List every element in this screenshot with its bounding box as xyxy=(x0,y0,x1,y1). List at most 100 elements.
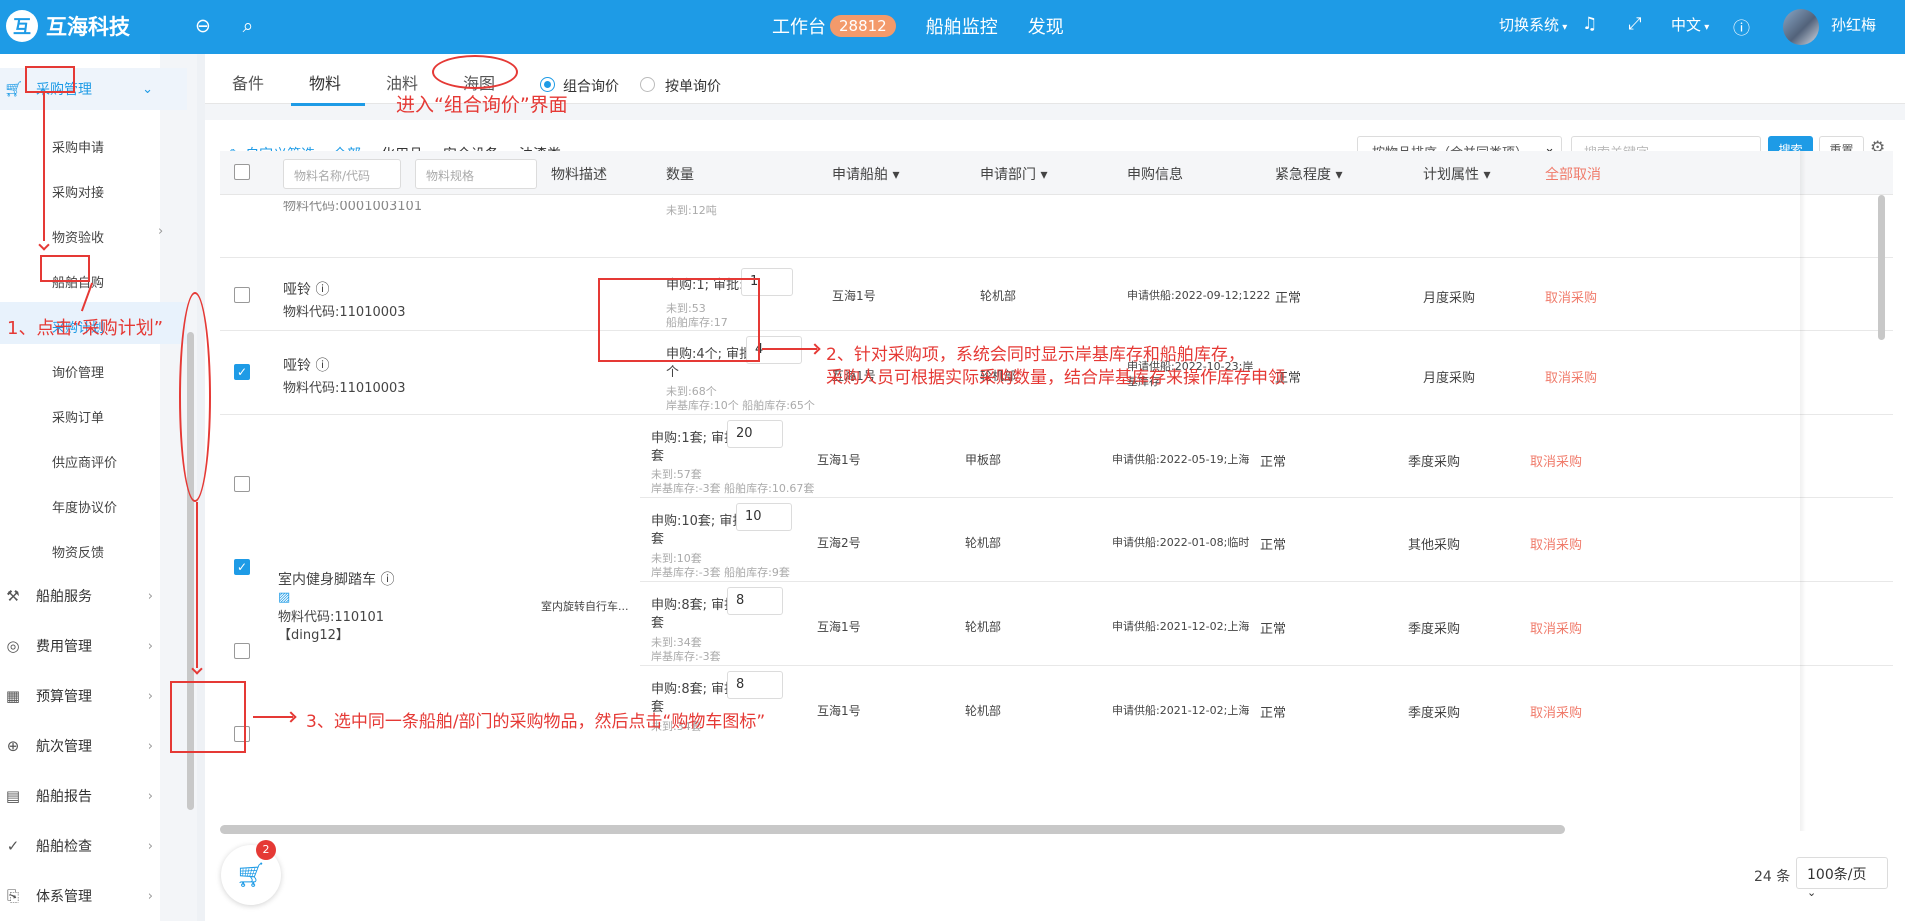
chevron-up-icon: ⌄ xyxy=(142,81,153,97)
sidebar-group-ship-report[interactable]: ▤ 船舶报告 › xyxy=(0,774,187,818)
approve-qty-input[interactable]: 10 xyxy=(736,503,792,531)
row-checkbox[interactable]: ✓ xyxy=(234,364,250,380)
sidebar-item-annual-agreement-price[interactable]: 年度协议价 xyxy=(52,497,117,516)
switch-system-menu[interactable]: 切换系统 ▾ xyxy=(1499,14,1567,35)
plan-type: 月度采购 xyxy=(1423,371,1476,386)
stock-info: 岸基库存:-3套 船舶库存:10.67套 xyxy=(651,482,815,495)
nav-workbench[interactable]: 工作台 xyxy=(772,13,826,39)
cancel-purchase-link[interactable]: 取消采购 xyxy=(1530,451,1582,470)
material-name-filter[interactable]: 物料名称/代码 xyxy=(283,159,401,189)
tab-spare-parts[interactable]: 备件 xyxy=(232,70,264,94)
sidebar-group-voyage[interactable]: ⊕ 航次管理 › xyxy=(0,724,187,768)
sidebar-group-system-management[interactable]: ⎘ 体系管理 › xyxy=(0,874,187,918)
sort-down-icon: ▾ xyxy=(1483,167,1491,183)
cancel-purchase-link[interactable]: 取消采购 xyxy=(1545,287,1597,306)
sidebar-group-budget[interactable]: ▦ 预算管理 › xyxy=(0,674,187,718)
col-plan[interactable]: 计划属性 ▾ xyxy=(1423,164,1490,184)
sidebar-group-ship-inspection[interactable]: ✓ 船舶检查 › xyxy=(0,824,187,868)
table-row: 申购:10套; 审批: 10 套 未到:10套 岸基库存:-3套 船舶库存:9套… xyxy=(640,498,1893,582)
caret-down-icon: ▾ xyxy=(1559,22,1568,33)
stock-info: 岸基库存:-3套 xyxy=(651,650,721,663)
logo[interactable]: 互 互海科技 xyxy=(6,10,130,42)
tab-materials[interactable]: 物料 xyxy=(309,70,341,94)
approve-qty-input[interactable]: 8 xyxy=(727,587,783,615)
sidebar-item-goods-receipt[interactable]: 物资验收 xyxy=(52,227,104,246)
col-ship[interactable]: 申请船舶 ▾ xyxy=(832,164,899,184)
qty-unit: 个 xyxy=(666,365,680,380)
row-checkbox[interactable] xyxy=(234,643,250,659)
row-checkbox[interactable] xyxy=(234,476,250,492)
select-all-checkbox[interactable] xyxy=(234,164,250,180)
back-icon[interactable]: ⊖ xyxy=(191,14,215,38)
approve-qty-input[interactable]: 8 xyxy=(727,671,783,699)
info-icon[interactable]: ⓘ xyxy=(380,572,394,588)
dept-name: 轮机部 xyxy=(965,704,1002,718)
image-icon[interactable]: ▨ xyxy=(278,590,290,605)
col-urgency[interactable]: 紧急程度 ▾ xyxy=(1275,164,1342,184)
plan-type: 季度采购 xyxy=(1408,706,1461,721)
sidebar-item-purchase-request[interactable]: 采购申请 xyxy=(52,137,104,156)
sidebar-item-supplier-evaluation[interactable]: 供应商评价 xyxy=(52,452,117,471)
ship-name: 互海1号 xyxy=(817,453,861,467)
radio-single-inquiry[interactable] xyxy=(640,77,655,92)
info-icon[interactable]: ⓘ xyxy=(315,358,329,374)
chevron-right-icon: › xyxy=(158,224,164,239)
cancel-purchase-link[interactable]: 取消采购 xyxy=(1530,534,1582,553)
cancel-purchase-link[interactable]: 取消采购 xyxy=(1530,702,1582,721)
search-icon[interactable]: ⌕ xyxy=(236,14,260,38)
nav-discover[interactable]: 发现 xyxy=(1028,13,1064,39)
table-row: 申购:1套; 审批: 20 套 未到:57套 岸基库存:-3套 船舶库存:10.… xyxy=(640,415,1893,498)
language-label: 中文 xyxy=(1671,16,1702,34)
annotation-box-procurement xyxy=(25,66,75,93)
approve-qty-input[interactable]: 20 xyxy=(727,420,783,448)
table-horizontal-scrollbar[interactable] xyxy=(220,825,1565,834)
sidebar-group-label: 船舶服务 xyxy=(36,589,92,605)
material-desc: 室内旋转自行车... xyxy=(541,600,629,613)
sidebar-group-expense[interactable]: ◎ 费用管理 › xyxy=(0,624,187,668)
language-menu[interactable]: 中文 ▾ xyxy=(1671,14,1709,35)
row-checkbox[interactable] xyxy=(234,287,250,303)
annotation-step2-line1: 2、针对采购项，系统会同时显示岸基库存和船舶库存， xyxy=(826,345,1245,365)
row-checkbox[interactable]: ✓ xyxy=(234,559,250,575)
nav-ship-monitor[interactable]: 船舶监控 xyxy=(926,13,998,39)
unarrived-qty: 未到:12吨 xyxy=(666,204,717,217)
col-dept[interactable]: 申请部门 ▾ xyxy=(980,164,1047,184)
radio-single-label[interactable]: 按单询价 xyxy=(665,76,721,96)
cancel-all-button[interactable]: 全部取消 xyxy=(1545,164,1601,184)
top-nav: 工作台 28812 船舶监控 发现 xyxy=(772,13,1064,39)
chevron-right-icon: › xyxy=(147,638,153,654)
fullscreen-icon[interactable]: ⤢ xyxy=(1628,14,1642,34)
sidebar-group-label: 预算管理 xyxy=(36,689,92,705)
sidebar-item-purchase-docking[interactable]: 采购对接 xyxy=(52,182,104,201)
annotation-box-stock xyxy=(598,278,760,362)
material-spec-filter[interactable]: 物料规格 xyxy=(415,159,537,189)
table-header: 物料名称/代码 物料规格 物料描述 数量 申请船舶 ▾ 申请部门 ▾ 申购信息 … xyxy=(220,151,1893,195)
cancel-purchase-link[interactable]: 取消采购 xyxy=(1530,618,1582,637)
purchase-info: 申请供船:2022-05-19;上海 xyxy=(1112,453,1250,466)
radio-combined-label[interactable]: 组合询价 xyxy=(563,76,619,96)
table-vertical-scrollbar[interactable] xyxy=(1878,195,1885,340)
page-size-value: 100条/页 xyxy=(1807,867,1867,883)
material-code: 物料代码:11010003 xyxy=(283,381,406,396)
help-icon[interactable]: ⓘ xyxy=(1733,14,1750,39)
material-name: 哑铃 ⓘ xyxy=(283,279,329,299)
bell-icon[interactable]: ♫ xyxy=(1582,14,1597,34)
info-icon[interactable]: ⓘ xyxy=(315,282,329,298)
username[interactable]: 孙红梅 xyxy=(1831,14,1876,35)
cancel-purchase-link[interactable]: 取消采购 xyxy=(1545,367,1597,386)
sidebar-item-material-feedback[interactable]: 物资反馈 xyxy=(52,542,104,561)
plan-type: 季度采购 xyxy=(1408,622,1461,637)
logo-icon: 互 xyxy=(6,10,38,42)
col-dept-label: 申请部门 xyxy=(980,167,1036,183)
sort-down-icon: ▾ xyxy=(1040,167,1048,183)
qty-text: 申购:10套; 审批: xyxy=(651,514,750,529)
material-name: 室内健身脚踏车 ⓘ xyxy=(278,569,394,589)
avatar[interactable] xyxy=(1783,9,1819,45)
sidebar-item-purchase-order[interactable]: 采购订单 xyxy=(52,407,104,426)
sidebar-item-inquiry-management[interactable]: 询价管理 xyxy=(52,362,104,381)
page-size-select[interactable]: 100条/页 ⌄ xyxy=(1796,857,1888,899)
sidebar-group-label: 费用管理 xyxy=(36,639,92,655)
ship-name: 互海1号 xyxy=(817,620,861,634)
annotation-ellipse-combined xyxy=(432,55,518,89)
sidebar-group-ship-service[interactable]: ⚒ 船舶服务 › xyxy=(0,574,187,618)
